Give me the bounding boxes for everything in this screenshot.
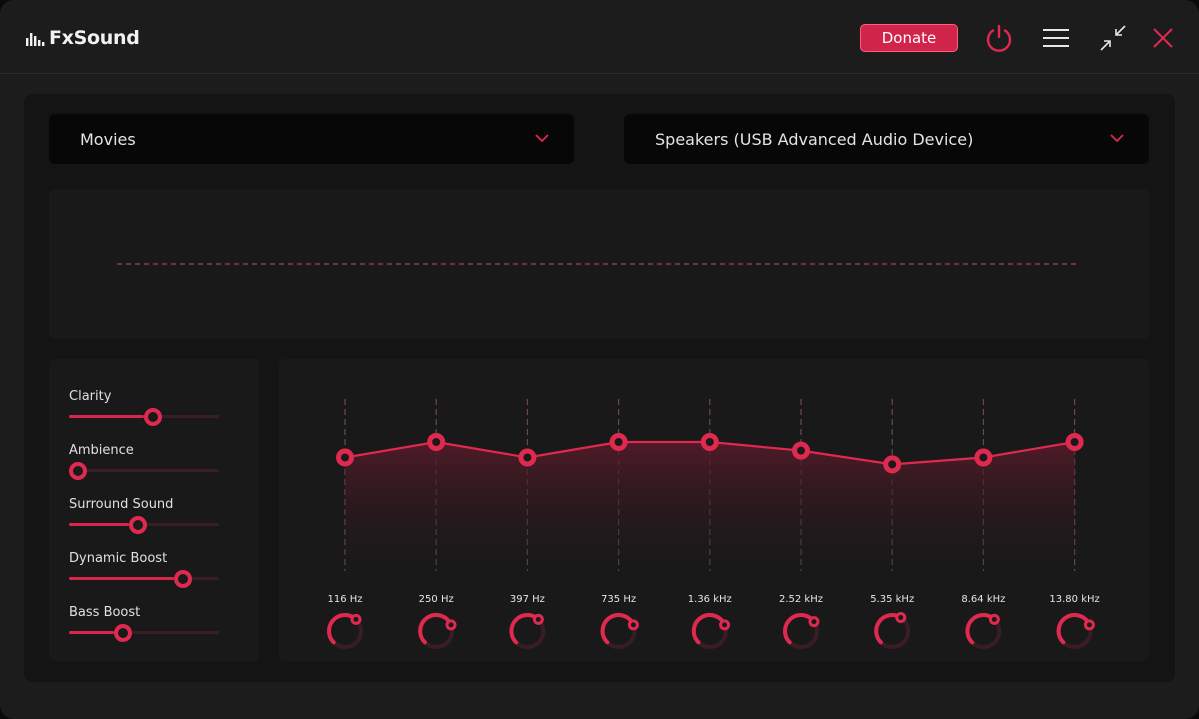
- knob-arc: [1056, 613, 1092, 645]
- chevron-down-icon: [1110, 134, 1124, 143]
- slider-thumb[interactable]: [114, 624, 132, 642]
- eq-band-handle[interactable]: [336, 448, 354, 467]
- effect-label: Clarity: [69, 389, 112, 404]
- slider-fill: [69, 631, 114, 634]
- effect-ambience: Ambience: [69, 443, 229, 480]
- effect-slider[interactable]: [69, 408, 219, 426]
- slider-thumb[interactable]: [129, 516, 147, 534]
- spectrum-visualizer: [49, 189, 1149, 339]
- effect-dynamic-boost: Dynamic Boost: [69, 551, 229, 588]
- eq-band-handle[interactable]: [700, 433, 719, 451]
- knob-arc: [600, 613, 636, 645]
- minimize-icon[interactable]: [1097, 22, 1129, 54]
- eq-frequency-label: 5.35 kHz: [870, 594, 914, 605]
- knob-indicator: [719, 619, 731, 631]
- knob-indicator: [988, 613, 1000, 625]
- donate-button[interactable]: Donate: [860, 24, 958, 52]
- eq-knob[interactable]: [418, 613, 457, 649]
- effect-label: Ambience: [69, 443, 134, 458]
- eq-frequency-label: 13.80 kHz: [1049, 594, 1099, 605]
- effect-clarity: Clarity: [69, 389, 229, 426]
- eq-band-handle[interactable]: [609, 433, 628, 451]
- effects-panel: Clarity Ambience Surround Sound Dynamic Boo…: [49, 359, 259, 661]
- main-panel: Movies Speakers (USB Advanced Audio Devi…: [24, 94, 1175, 682]
- visualizer-baseline: [117, 263, 1077, 265]
- equalizer-graph: 116 Hz 250 Hz 397 Hz 735 Hz 1.36 kHz 2.52 kHz…: [327, 399, 1100, 649]
- output-device-selected-value: Speakers (USB Advanced Audio Device): [655, 129, 974, 149]
- eq-knob[interactable]: [327, 613, 363, 649]
- menu-icon[interactable]: [1040, 22, 1072, 54]
- slider-fill: [69, 523, 129, 526]
- eq-knob[interactable]: [783, 613, 820, 649]
- eq-frequency-label: 735 Hz: [601, 594, 636, 605]
- knob-indicator: [1083, 619, 1095, 631]
- eq-knob[interactable]: [1056, 613, 1095, 649]
- eq-frequency-label: 397 Hz: [510, 594, 545, 605]
- effect-bass-boost: Bass Boost: [69, 605, 229, 642]
- eq-knob[interactable]: [965, 613, 1002, 649]
- eq-curve-area: [345, 442, 1075, 571]
- eq-frequency-label: 8.64 kHz: [961, 594, 1005, 605]
- close-icon[interactable]: [1147, 22, 1179, 54]
- eq-band-handle[interactable]: [974, 448, 993, 467]
- knob-indicator: [895, 611, 907, 623]
- slider-thumb[interactable]: [144, 408, 162, 426]
- eq-knob[interactable]: [874, 611, 911, 649]
- eq-band-handle[interactable]: [883, 455, 902, 474]
- preset-dropdown[interactable]: Movies: [49, 114, 574, 164]
- slider-thumb[interactable]: [69, 462, 87, 480]
- effect-slider[interactable]: [69, 462, 219, 480]
- knob-indicator: [808, 616, 820, 628]
- knob-arc: [691, 613, 727, 645]
- slider-thumb[interactable]: [174, 570, 192, 588]
- eq-band-handle[interactable]: [1065, 433, 1084, 451]
- app-logo: FxSound: [25, 27, 140, 49]
- preset-selected-value: Movies: [80, 129, 136, 149]
- chevron-down-icon: [535, 134, 549, 143]
- effect-slider[interactable]: [69, 516, 219, 534]
- eq-band-handle[interactable]: [792, 441, 810, 460]
- eq-frequency-label: 1.36 kHz: [688, 594, 732, 605]
- effect-surround-sound: Surround Sound: [69, 497, 229, 534]
- fxsound-window: FxSound Donate Movies Speakers (USB Adva…: [0, 0, 1199, 719]
- effect-label: Dynamic Boost: [69, 551, 168, 566]
- app-name: FxSound: [49, 27, 140, 49]
- slider-fill: [69, 415, 144, 418]
- knob-indicator: [350, 613, 362, 625]
- equalizer-panel: 116 Hz 250 Hz 397 Hz 735 Hz 1.36 kHz 2.52 kHz…: [279, 359, 1149, 661]
- effect-slider[interactable]: [69, 624, 219, 642]
- eq-knob[interactable]: [600, 613, 639, 649]
- knob-indicator: [627, 619, 639, 631]
- eq-band-handle[interactable]: [518, 448, 537, 467]
- eq-knob[interactable]: [509, 613, 546, 649]
- knob-indicator: [445, 619, 457, 631]
- eq-frequency-label: 250 Hz: [419, 594, 454, 605]
- eq-band-handle[interactable]: [427, 433, 446, 451]
- eq-frequency-label: 116 Hz: [327, 594, 362, 605]
- effect-slider[interactable]: [69, 570, 219, 588]
- effect-label: Bass Boost: [69, 605, 141, 620]
- knob-indicator: [532, 613, 544, 625]
- knob-arc: [418, 613, 453, 645]
- fxsound-logo-icon: [26, 33, 45, 46]
- eq-frequency-label: 2.52 kHz: [779, 594, 823, 605]
- slider-fill: [69, 577, 174, 580]
- title-bar: FxSound Donate: [0, 0, 1199, 74]
- eq-knob[interactable]: [691, 613, 731, 649]
- power-icon[interactable]: [983, 22, 1015, 54]
- effect-label: Surround Sound: [69, 497, 174, 512]
- output-device-dropdown[interactable]: Speakers (USB Advanced Audio Device): [624, 114, 1149, 164]
